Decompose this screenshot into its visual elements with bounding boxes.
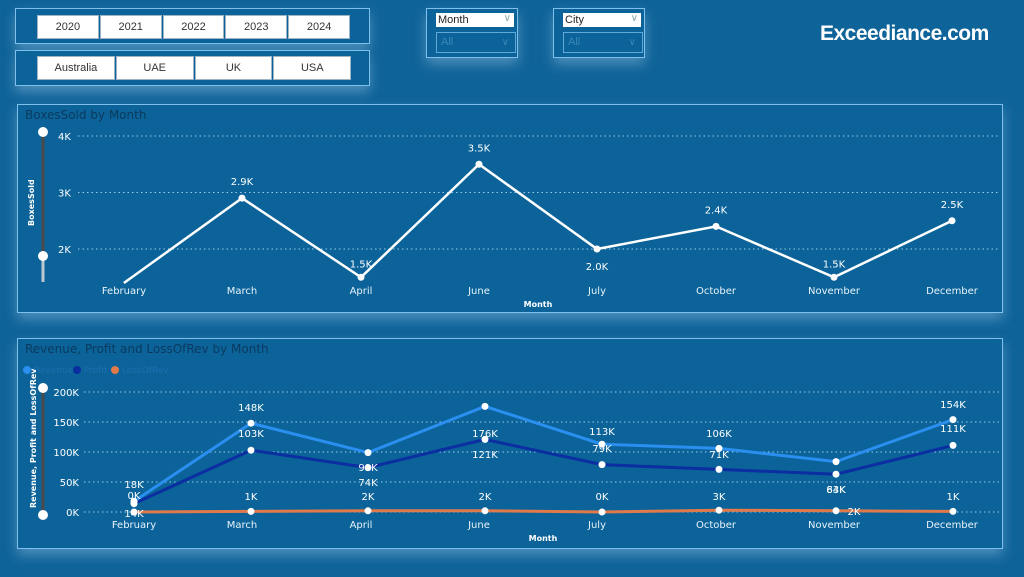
month-select-value: All <box>441 36 454 48</box>
year-tiles: 2020 2021 2022 2023 2024 <box>37 15 350 39</box>
chevron-down-icon: ∨ <box>503 13 511 24</box>
month-filter: Month ∨ All ∨ <box>426 8 518 58</box>
boxes-sold-chart-panel: BoxesSold by Month <box>17 104 1003 313</box>
year-2020-button[interactable]: 2020 <box>37 15 99 39</box>
city-filter-header[interactable]: City ∨ <box>563 13 641 27</box>
country-uk-button[interactable]: UK <box>194 56 273 80</box>
chart-title: BoxesSold by Month <box>25 108 147 122</box>
year-2022-button[interactable]: 2022 <box>162 15 225 39</box>
year-2023-button[interactable]: 2023 <box>225 15 288 39</box>
country-usa-button[interactable]: USA <box>273 56 352 80</box>
year-slicer: 2020 2021 2022 2023 2024 <box>15 8 370 44</box>
brand-logo: Exceediance.com <box>820 22 989 45</box>
revenue-profit-chart-panel: Revenue, Profit and LossOfRev by Month <box>17 338 1003 549</box>
country-australia-button[interactable]: Australia <box>37 56 115 80</box>
chart-title: Revenue, Profit and LossOfRev by Month <box>25 342 269 356</box>
country-uae-button[interactable]: UAE <box>115 56 194 80</box>
city-filter-label: City <box>565 14 584 26</box>
month-filter-header[interactable]: Month ∨ <box>436 13 514 27</box>
chevron-down-icon: ∨ <box>630 13 638 24</box>
chevron-down-icon: ∨ <box>628 37 636 48</box>
country-slicer: Australia UAE UK USA <box>15 50 370 86</box>
country-tiles: Australia UAE UK USA <box>37 56 352 80</box>
month-select[interactable]: All ∨ <box>436 32 516 53</box>
year-2024-button[interactable]: 2024 <box>288 15 350 39</box>
year-2021-button[interactable]: 2021 <box>99 15 162 39</box>
city-select[interactable]: All ∨ <box>563 32 643 53</box>
city-select-value: All <box>568 36 581 48</box>
month-filter-label: Month <box>438 14 469 26</box>
chevron-down-icon: ∨ <box>501 37 509 48</box>
city-filter: City ∨ All ∨ <box>553 8 645 58</box>
